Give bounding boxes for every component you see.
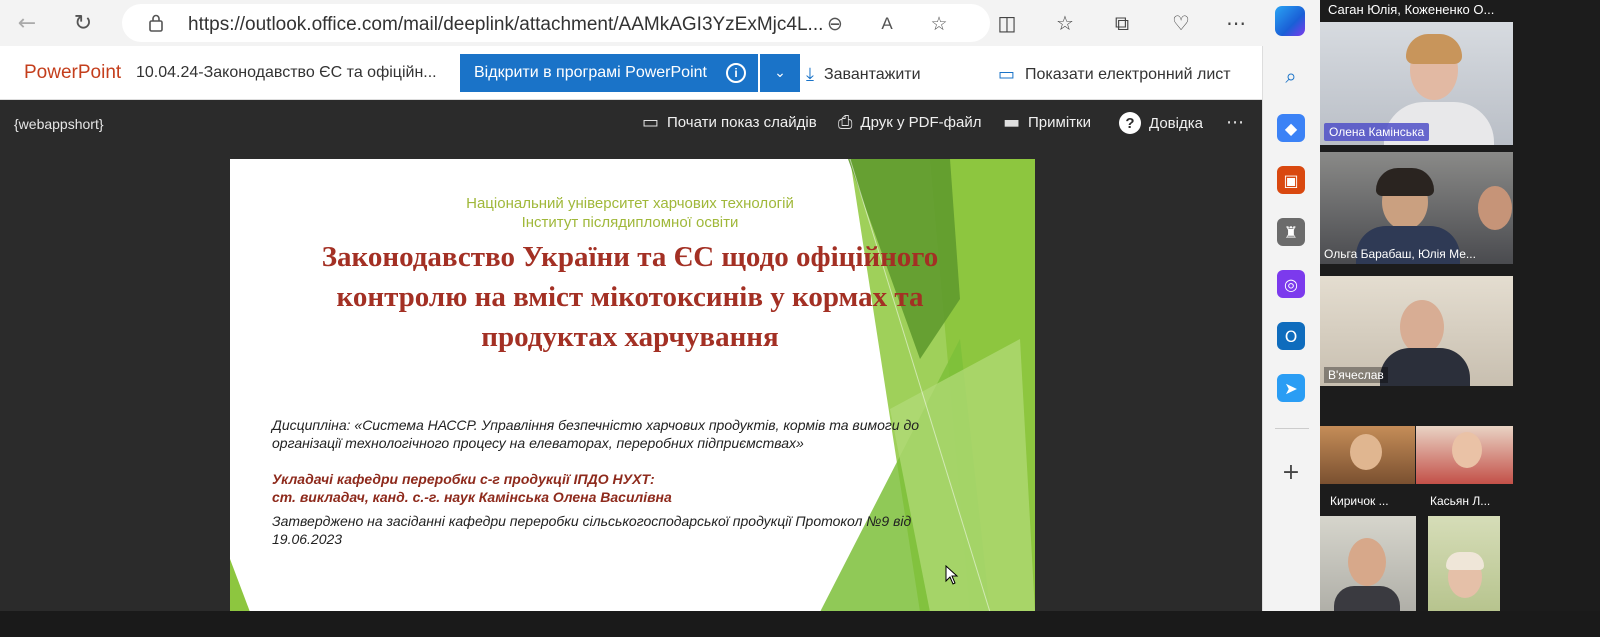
favorite-star-icon[interactable]: ☆ [926, 11, 952, 37]
app-name: PowerPoint [24, 62, 122, 83]
browser-essentials-icon[interactable]: ♡ [1166, 8, 1196, 38]
slide-institute: Інститут післядипломної освіти [521, 214, 739, 231]
shopping-tag-icon[interactable]: ◆ [1277, 114, 1305, 142]
top-participants-label: Саган Юлія, Кожененко О... [1328, 2, 1495, 17]
participant-video[interactable] [1320, 426, 1415, 484]
sidebar-divider [1275, 428, 1309, 429]
start-slideshow-button[interactable]: ▭ Почати показ слайдів [642, 112, 817, 133]
read-aloud-icon[interactable]: A [874, 11, 900, 37]
slide[interactable]: Національний університет харчових технол… [230, 159, 1035, 612]
address-bar[interactable]: https://outlook.office.com/mail/deeplink… [122, 4, 990, 42]
open-in-app-button[interactable]: Відкрити в програмі PowerPoint i [460, 54, 758, 92]
browser-toolbar: ← ↻ https://outlook.office.com/mail/deep… [0, 0, 1320, 46]
url-text: https://outlook.office.com/mail/deeplink… [188, 14, 824, 35]
viewer-more-icon[interactable]: ⋯ [1226, 112, 1244, 133]
screen: ← ↻ https://outlook.office.com/mail/deep… [0, 0, 1600, 637]
mouse-cursor-icon [945, 565, 959, 585]
presentation-viewer: {webappshort} ▭ Почати показ слайдів ⎙ Д… [0, 100, 1262, 637]
slide-discipline: Дисципліна: «Система НАССР. Управління б… [272, 417, 920, 451]
refresh-icon[interactable]: ↻ [68, 8, 98, 38]
back-arrow-icon[interactable]: ← [12, 8, 42, 38]
send-icon[interactable]: ➤ [1277, 374, 1305, 402]
participant-video[interactable] [1428, 516, 1500, 611]
tools-icon[interactable]: ▣ [1277, 166, 1305, 194]
start-slideshow-label: Почати показ слайдів [667, 114, 817, 131]
zoom-out-icon[interactable]: ⊖ [822, 11, 848, 37]
slide-approval: Затверджено на засіданні кафедри перероб… [272, 513, 912, 547]
taskbar-strip [0, 611, 1600, 637]
printer-icon: ⎙ [838, 112, 853, 133]
document-title: 10.04.24-Законодавство ЄС та офіційн... [136, 64, 436, 81]
participant-tile[interactable]: В'ячеслав [1320, 276, 1513, 386]
lock-icon [149, 14, 163, 32]
show-email-icon: ▭ [998, 64, 1016, 85]
participant-tile[interactable]: Ольга Барабаш, Юлія Ме... [1320, 152, 1513, 264]
slideshow-icon: ▭ [642, 112, 660, 133]
chevron-down-icon: ⌄ [774, 65, 786, 81]
copilot-icon[interactable] [1275, 6, 1305, 36]
slide-authors: Укладачі кафедри переробки с-г продукції… [272, 470, 972, 506]
open-in-app-label: Відкрити в програмі PowerPoint [474, 64, 707, 81]
show-email-button[interactable]: ▭ Показати електронний лист [998, 64, 1231, 85]
help-icon: ? [1119, 112, 1141, 134]
help-button[interactable]: ? Довідка [1119, 112, 1203, 134]
participant-name: Олена Камінська [1324, 123, 1430, 141]
slide-authors-line1: Укладачі кафедри переробки с-г продукції… [272, 471, 655, 487]
slide-university: Національний університет харчових технол… [466, 195, 794, 212]
add-icon[interactable]: + [1277, 458, 1305, 486]
search-icon[interactable]: ⌕ [1277, 62, 1305, 90]
open-dropdown-button[interactable]: ⌄ [760, 54, 800, 92]
split-screen-icon[interactable]: ◫ [992, 8, 1022, 38]
webappshort-label: {webappshort} [14, 116, 104, 132]
edge-sidebar: ⌕ ◆ ▣ ♜ ◎ O ➤ + [1262, 46, 1320, 637]
show-email-label: Показати електронний лист [1025, 65, 1231, 83]
print-pdf-label: Друк у PDF-файл [860, 114, 982, 131]
outlook-icon[interactable]: O [1277, 322, 1305, 350]
favorites-icon[interactable]: ☆ [1050, 8, 1080, 38]
print-pdf-button[interactable]: ⎙ Друк у PDF-файл [838, 112, 981, 133]
help-label: Довідка [1149, 114, 1203, 132]
notes-label: Примітки [1028, 114, 1091, 131]
participant-tile[interactable]: Олена Камінська [1320, 22, 1513, 145]
collections-icon[interactable]: ⧉ [1107, 8, 1137, 38]
more-options-icon[interactable]: ⋯ [1221, 8, 1251, 38]
participant-name: Ольга Барабаш, Юлія Ме... [1324, 247, 1476, 261]
slide-title: Законодавство України та ЄС щодо офіційн… [321, 241, 939, 353]
download-icon: ⤓ [806, 64, 814, 85]
info-icon[interactable]: i [726, 63, 746, 83]
participant-video[interactable] [1416, 426, 1513, 484]
notes-button[interactable]: ▬ Примітки [1003, 112, 1091, 133]
participant-name: В'ячеслав [1324, 367, 1388, 383]
download-label: Завантажити [823, 65, 921, 83]
video-call-panel: Саган Юлія, Кожененко О... Олена Камінсь… [1320, 0, 1600, 637]
office-header: PowerPoint 10.04.24-Законодавство ЄС та … [0, 46, 1262, 100]
notes-icon: ▬ [1003, 112, 1021, 133]
download-button[interactable]: ⤓ Завантажити [806, 64, 921, 85]
slide-authors-line2: ст. викладач, канд. с.-г. наук Камінська… [272, 489, 672, 505]
microsoft-365-icon[interactable]: ◎ [1277, 270, 1305, 298]
participant-video[interactable] [1320, 516, 1416, 611]
games-icon[interactable]: ♜ [1277, 218, 1305, 246]
